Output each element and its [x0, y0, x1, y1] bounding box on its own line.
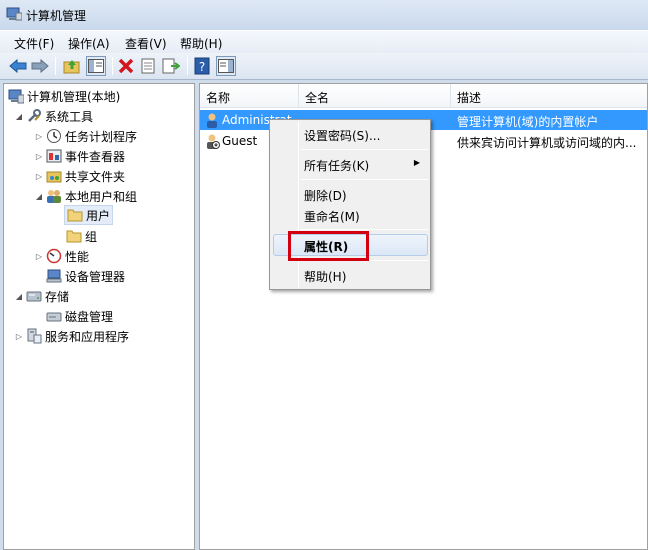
svg-text:?: ?: [199, 60, 205, 74]
tree-node-groups[interactable]: 组: [66, 226, 97, 246]
export-list-icon[interactable]: [161, 56, 181, 76]
help-icon[interactable]: ?: [192, 56, 212, 76]
forward-arrow-icon[interactable]: [30, 56, 50, 76]
menu-item-all-tasks[interactable]: 所有任务(K): [304, 157, 369, 174]
folder-icon: [67, 207, 83, 223]
column-header-description[interactable]: 描述: [451, 84, 647, 108]
column-header-fullname[interactable]: 全名: [299, 84, 451, 108]
expand-arrow-icon[interactable]: ▷: [34, 132, 44, 141]
tree-node-performance[interactable]: ▷ 性能: [34, 246, 89, 266]
action-pane-icon[interactable]: [216, 56, 236, 76]
delete-icon[interactable]: [116, 56, 136, 76]
up-folder-icon[interactable]: [62, 56, 82, 76]
menu-item-rename[interactable]: 重命名(M): [304, 208, 360, 225]
collapse-arrow-icon[interactable]: ◢: [34, 192, 44, 201]
tree-node-local-users-groups[interactable]: ◢ 本地用户和组: [34, 186, 137, 206]
menu-action[interactable]: 操作(A): [68, 35, 110, 52]
users-group-icon: [46, 188, 62, 204]
context-menu: 设置密码(S)... 所有任务(K) ▶ 删除(D) 重命名(M) 属性(R) …: [269, 119, 431, 290]
user-icon: [207, 113, 217, 128]
cell-description: 管理计算机(域)的内置帐户: [457, 115, 599, 129]
shared-folder-icon: [46, 168, 62, 184]
properties-icon[interactable]: [138, 56, 158, 76]
menu-help[interactable]: 帮助(H): [180, 35, 222, 52]
menu-item-delete[interactable]: 删除(D): [304, 187, 347, 204]
expand-arrow-icon[interactable]: ▷: [34, 152, 44, 161]
back-arrow-icon[interactable]: [8, 56, 28, 76]
tree-node-device-manager[interactable]: 设备管理器: [46, 266, 125, 286]
event-viewer-icon: [46, 148, 62, 164]
device-manager-icon: [46, 268, 62, 284]
submenu-arrow-icon: ▶: [413, 158, 420, 167]
menu-item-set-password[interactable]: 设置密码(S)...: [304, 127, 380, 144]
tree-node-root[interactable]: 计算机管理(本地): [8, 86, 120, 106]
title-bar: 计算机管理: [0, 0, 648, 30]
tools-icon: [26, 108, 42, 124]
clock-icon: [46, 128, 62, 144]
computer-management-icon: [8, 88, 25, 104]
computer-management-icon: [6, 7, 22, 21]
folder-icon: [66, 228, 82, 244]
tree-node-task-scheduler[interactable]: ▷ 任务计划程序: [34, 126, 137, 146]
disk-management-icon: [46, 308, 62, 324]
tree-node-storage[interactable]: ◢ 存储: [14, 286, 69, 306]
storage-icon: [26, 288, 42, 304]
tree-node-disk-management[interactable]: 磁盘管理: [46, 306, 113, 326]
menu-bar: 文件(F) 操作(A) 查看(V) 帮助(H): [0, 30, 648, 53]
collapse-arrow-icon[interactable]: ◢: [14, 292, 24, 301]
tree-node-system-tools[interactable]: ◢ 系统工具: [14, 106, 93, 126]
tree-node-services-apps[interactable]: ▷ 服务和应用程序: [14, 326, 129, 346]
disabled-user-icon: [207, 134, 220, 149]
highlight-box: [288, 231, 369, 261]
expand-arrow-icon[interactable]: ▷: [34, 252, 44, 261]
show-hide-tree-icon[interactable]: [86, 56, 106, 76]
column-header-name[interactable]: 名称: [200, 84, 299, 108]
expand-arrow-icon[interactable]: ▷: [14, 332, 24, 341]
menu-item-help[interactable]: 帮助(H): [304, 268, 346, 285]
menu-file[interactable]: 文件(F): [14, 35, 54, 52]
performance-icon: [46, 248, 62, 264]
console-tree: 计算机管理(本地) ◢ 系统工具 ▷ 任务计划程序 ▷ 事件查看器 ▷ 共享文件…: [3, 83, 195, 550]
tree-node-users[interactable]: 用户: [64, 205, 114, 225]
tree-node-event-viewer[interactable]: ▷ 事件查看器: [34, 146, 125, 166]
services-icon: [26, 328, 42, 344]
toolbar: ?: [0, 53, 648, 80]
menu-view[interactable]: 查看(V): [125, 35, 167, 52]
expand-arrow-icon[interactable]: ▷: [34, 172, 44, 181]
tree-node-shared-folders[interactable]: ▷ 共享文件夹: [34, 166, 125, 186]
collapse-arrow-icon[interactable]: ◢: [14, 112, 24, 121]
window-title: 计算机管理: [26, 9, 87, 23]
cell-description: 供来宾访问计算机或访问域的内...: [457, 136, 637, 150]
